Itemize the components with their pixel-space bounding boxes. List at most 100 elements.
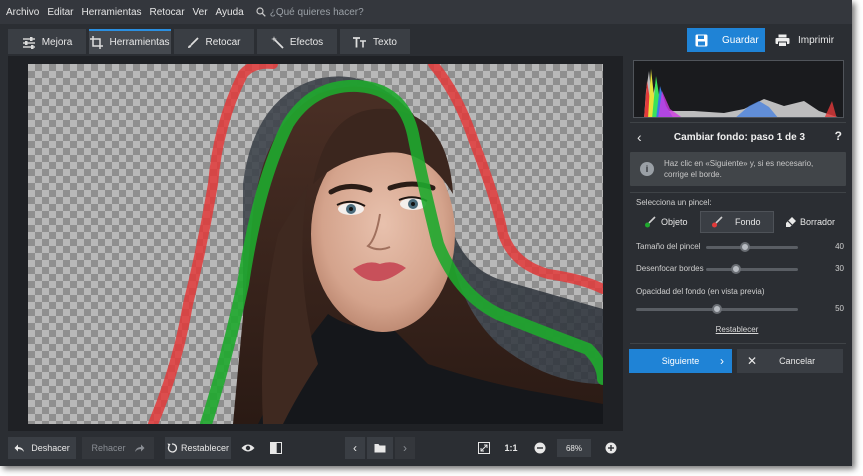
text-icon — [353, 37, 367, 48]
undo-label: Deshacer — [31, 443, 70, 453]
prev-image-button[interactable]: ‹ — [345, 437, 365, 459]
open-folder-button[interactable] — [367, 437, 393, 459]
printer-icon — [775, 34, 790, 47]
tab-retocar-label: Retocar — [205, 37, 241, 48]
tab-mejora[interactable]: Mejora — [8, 29, 86, 54]
tab-efectos[interactable]: Efectos — [257, 29, 337, 54]
histogram — [633, 60, 844, 118]
cancel-button[interactable]: ✕ Cancelar — [737, 349, 843, 373]
magic-wand-icon — [270, 36, 284, 49]
menu-archivo[interactable]: Archivo — [6, 7, 39, 18]
reset-button[interactable]: Restablecer — [165, 437, 231, 459]
tab-herramientas[interactable]: Herramientas — [89, 29, 171, 54]
opacity-value: 50 — [835, 304, 844, 313]
actual-size-button[interactable]: 1:1 — [500, 437, 522, 459]
tab-texto-label: Texto — [373, 37, 397, 48]
brush-size-label: Tamaño del pincel — [636, 242, 701, 251]
brush-objeto-button[interactable]: Objeto — [636, 211, 696, 233]
crop-icon — [90, 36, 104, 49]
photo-canvas[interactable] — [28, 64, 603, 424]
brush-borrador-button[interactable]: Borrador — [779, 211, 845, 233]
brush-red-icon — [712, 216, 723, 228]
undo-button[interactable]: Deshacer — [8, 437, 76, 459]
menu-retocar[interactable]: Retocar — [150, 7, 185, 18]
blur-edges-knob[interactable] — [731, 264, 742, 274]
chevron-right-icon: › — [720, 354, 724, 368]
info-line-2: corrige el borde. — [664, 170, 722, 179]
search-placeholder: ¿Qué quieres hacer? — [269, 6, 364, 18]
separator — [630, 122, 846, 123]
reset-link[interactable]: Restablecer — [627, 325, 847, 334]
floppy-disk-icon — [695, 34, 708, 46]
cancel-label: Cancelar — [779, 356, 816, 366]
tab-mejora-label: Mejora — [41, 37, 73, 48]
opacity-label: Opacidad del fondo (en vista previa) — [636, 287, 765, 296]
brush-icon — [188, 36, 200, 48]
tab-texto[interactable]: Texto — [340, 29, 410, 54]
next-image-button[interactable]: › — [395, 437, 415, 459]
info-icon: i — [640, 162, 654, 176]
redo-label: Rehacer — [91, 443, 126, 453]
redo-icon — [134, 444, 145, 452]
menu-editar[interactable]: Editar — [47, 7, 73, 18]
reset-label: Restablecer — [180, 443, 230, 453]
save-label: Guardar — [722, 34, 759, 46]
zoom-out-button[interactable] — [529, 437, 551, 459]
redo-button[interactable]: Rehacer — [82, 437, 154, 459]
menu-search[interactable]: ¿Qué quieres hacer? — [256, 7, 364, 18]
canvas-area — [8, 56, 623, 431]
print-label: Imprimir — [798, 34, 835, 46]
blur-edges-row: Desenfocar bordes 30 — [636, 263, 846, 277]
help-button[interactable]: ? — [835, 129, 842, 143]
save-button[interactable]: Guardar — [687, 28, 765, 52]
menu-herramientas[interactable]: Herramientas — [81, 7, 141, 18]
opacity-knob[interactable] — [712, 304, 722, 314]
next-button[interactable]: Siguiente › — [629, 349, 732, 373]
compare-icon — [270, 442, 282, 454]
fit-screen-icon — [478, 442, 490, 454]
separator — [630, 343, 846, 344]
zoom-out-icon — [534, 442, 546, 454]
photo-artwork — [148, 64, 603, 424]
preview-eye-button[interactable] — [237, 437, 259, 459]
tab-retocar[interactable]: Retocar — [174, 29, 254, 54]
sliders-icon — [22, 36, 35, 49]
compare-button[interactable] — [265, 437, 287, 459]
menu-ver[interactable]: Ver — [193, 7, 208, 18]
fit-screen-button[interactable] — [473, 437, 495, 459]
brush-green-icon — [645, 216, 656, 228]
blur-edges-track[interactable] — [706, 268, 798, 271]
brush-label: Selecciona un pincel: — [636, 198, 712, 207]
brush-borrador-label: Borrador — [800, 217, 836, 227]
info-line-1: Haz clic en «Siguiente» y, si es necesar… — [664, 159, 814, 168]
app-window: Archivo Editar Herramientas Retocar Ver … — [0, 0, 852, 466]
zoom-in-button[interactable] — [600, 437, 622, 459]
eye-icon — [241, 444, 255, 452]
opacity-row: 50 — [636, 303, 846, 317]
eraser-icon — [786, 217, 796, 227]
brush-fondo-button[interactable]: Fondo — [700, 211, 774, 233]
search-icon — [256, 7, 266, 17]
next-label: Siguiente — [661, 356, 700, 366]
reset-icon — [167, 443, 177, 453]
undo-icon — [14, 444, 25, 452]
brush-size-row: Tamaño del pincel 40 — [636, 241, 846, 255]
brush-size-knob[interactable] — [739, 242, 750, 252]
folder-icon — [374, 444, 386, 453]
histogram-graph — [644, 69, 838, 117]
brush-size-value: 40 — [835, 242, 844, 251]
brush-objeto-label: Objeto — [661, 217, 688, 227]
tab-efectos-label: Efectos — [289, 37, 324, 48]
tab-herramientas-label: Herramientas — [109, 37, 170, 48]
right-panel: ‹ Cambiar fondo: paso 1 de 3 ? i Haz cli… — [627, 56, 852, 466]
close-icon: ✕ — [747, 354, 758, 368]
bottom-toolbar: Deshacer Rehacer Restablecer ‹ › 1:1 68% — [0, 431, 627, 466]
zoom-level[interactable]: 68% — [557, 439, 591, 457]
menu-ayuda[interactable]: Ayuda — [216, 7, 244, 18]
brush-size-track[interactable] — [706, 246, 798, 249]
info-box: i Haz clic en «Siguiente» y, si es neces… — [630, 152, 846, 186]
print-button[interactable]: Imprimir — [771, 28, 845, 52]
blur-edges-value: 30 — [835, 264, 844, 273]
blur-edges-label: Desenfocar bordes — [636, 264, 704, 273]
step-title: Cambiar fondo: paso 1 de 3 — [673, 131, 806, 143]
